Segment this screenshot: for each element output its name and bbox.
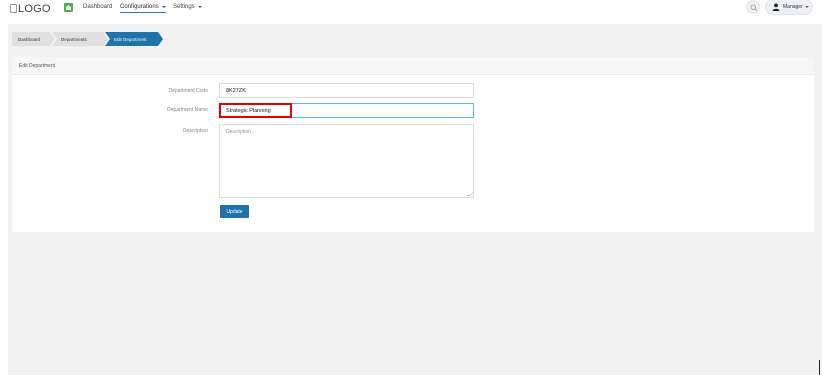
department-code-label: Department Code — [168, 88, 208, 94]
user-name: Manager — [783, 4, 803, 10]
department-code-field[interactable]: 8K27ZK — [219, 83, 474, 98]
breadcrumb-label: Departments — [61, 36, 87, 42]
search-icon — [750, 4, 758, 12]
description-textarea[interactable]: Description — [219, 124, 474, 198]
update-button-label: Update — [226, 208, 243, 215]
breadcrumb-departments[interactable]: Departments — [52, 32, 108, 46]
highlight-box — [219, 103, 292, 118]
update-button[interactable]: Update — [220, 205, 249, 218]
breadcrumb-edit-department: Edit Department — [105, 32, 163, 46]
description-label: Description — [182, 128, 208, 134]
nav-dashboard-label: Dashboard — [83, 4, 113, 10]
description-placeholder: Description — [226, 129, 252, 135]
breadcrumb-label: Dashboard — [18, 36, 41, 42]
search-button[interactable] — [746, 0, 760, 14]
breadcrumb-dashboard[interactable]: Dashboard — [12, 32, 55, 46]
logo-text: LOGO — [18, 3, 51, 15]
home-icon[interactable] — [64, 3, 73, 12]
nav-configurations[interactable]: Configurations — [120, 3, 166, 13]
chevron-down-icon — [197, 6, 202, 8]
broken-image-icon — [10, 3, 17, 13]
department-name-label: Department Name — [167, 107, 208, 113]
user-icon — [772, 3, 780, 11]
breadcrumb: Dashboard Departments Edit Department — [12, 32, 163, 46]
user-menu[interactable]: Manager — [765, 0, 813, 15]
top-navbar: LOGO Dashboard Configurations Settings M… — [0, 0, 822, 22]
chevron-down-icon — [161, 6, 166, 8]
chevron-down-icon — [804, 6, 809, 8]
nav-settings-label: Settings — [173, 4, 195, 10]
nav-dashboard[interactable]: Dashboard — [83, 3, 112, 11]
divider — [819, 360, 820, 375]
resize-handle-icon[interactable] — [466, 192, 474, 196]
department-code-value: 8K27ZK — [226, 87, 246, 94]
breadcrumb-label: Edit Department — [114, 36, 147, 42]
panel-title-text: Edit Department — [19, 62, 56, 69]
nav-settings[interactable]: Settings — [173, 3, 202, 11]
logo[interactable]: LOGO — [10, 2, 51, 16]
panel-title: Edit Department — [12, 57, 814, 75]
nav-configurations-label: Configurations — [120, 4, 159, 10]
